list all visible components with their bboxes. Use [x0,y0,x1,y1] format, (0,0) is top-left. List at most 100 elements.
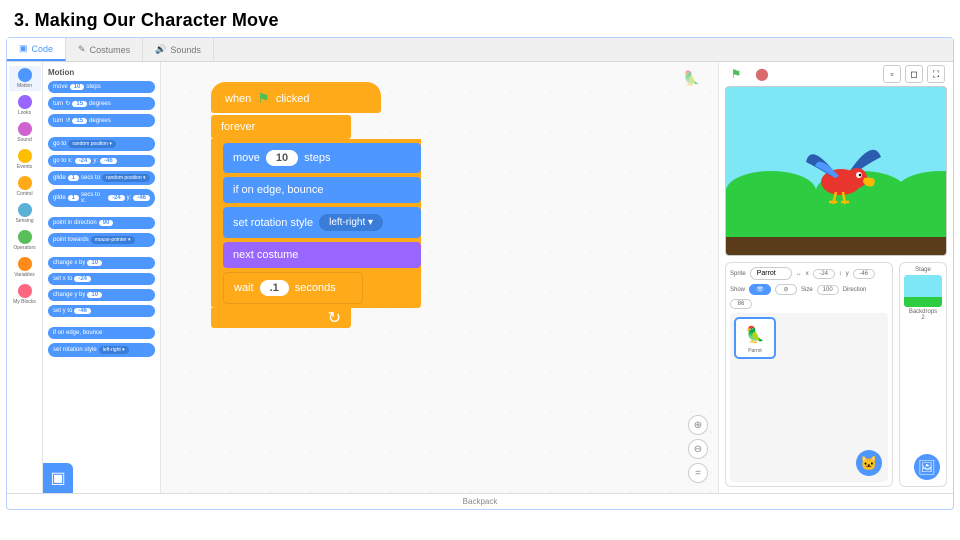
stage-column: Stage Backdrops 2 🖼 [899,262,947,487]
small-stage-button[interactable]: ▫ [883,65,901,83]
stop-button[interactable]: ⬤ [753,65,771,83]
loop-icon: ↻ [328,308,341,328]
cat-label: Variables [14,272,34,278]
flag-icon: ⚑ [257,90,270,107]
zoom-reset-button[interactable]: = [688,463,708,483]
add-extension-button[interactable]: ▣ [43,463,73,493]
cat-operators[interactable]: Operators [9,228,41,253]
zoom-in-button[interactable]: ⊕ [688,415,708,435]
add-sprite-button[interactable]: 🐱 [856,450,882,476]
blk-glide-xy[interactable]: glide1secs to x:-24y:-46 [48,189,155,207]
stage-thumb[interactable] [904,275,942,307]
rotation-dropdown[interactable]: left-right ▾ [319,214,383,231]
label: Size [801,287,813,293]
cat-label: Events [17,164,32,170]
blk-goto-xy[interactable]: go to x:-24y:-46 [48,155,155,167]
label: Direction [843,287,867,293]
hide-button[interactable]: ⊘ [775,284,797,295]
sprite-thumb-parrot[interactable]: 🦜 Parrot [734,317,776,359]
cat-label: My Blocks [13,299,36,305]
parrot-icon: 🦜 [739,322,771,348]
block-forever[interactable]: forever [211,115,351,139]
workspace-zoom-controls: ⊕ ⊖ = [688,415,708,483]
forever-body: move10steps if on edge, bounce set rotat… [211,139,421,308]
fullscreen-button[interactable]: ⛶ [927,65,945,83]
sprite-size-input[interactable]: 100 [817,285,839,295]
large-stage-button[interactable]: ◻ [905,65,923,83]
blk-glide-random[interactable]: glide1secs torandom position ▾ [48,171,155,185]
hat-text: when [225,93,251,105]
cat-events[interactable]: Events [9,147,41,172]
blk-point-dir[interactable]: point in direction90 [48,217,155,229]
sprite-info-panel: Sprite ↔x-24 ↕y-46 Show 👁 ⊘ Size100 Dire… [725,262,893,487]
cat-sensing[interactable]: Sensing [9,201,41,226]
hat-text: clicked [276,93,310,105]
block-palette: Motion move10steps turn↻15degrees turn↺1… [43,62,161,493]
stage-label: Stage [904,267,942,273]
forever-end: ↻ [211,308,351,328]
sprite-x-input[interactable]: -24 [813,269,835,279]
tab-sounds-label: Sounds [170,45,201,55]
sprite-y-input[interactable]: -46 [853,269,875,279]
right-column: ⚑ ⬤ ▫ ◻ ⛶ [718,62,953,493]
block-edge-bounce[interactable]: if on edge, bounce [223,177,421,203]
label: Sprite [730,271,746,277]
palette-header: Motion [48,68,155,77]
sprite-parrot [801,132,891,212]
blk-change-x[interactable]: change x by10 [48,257,155,269]
blk-set-x[interactable]: set x to-24 [48,273,155,285]
script-stack[interactable]: when ⚑ clicked forever move10steps if on… [211,82,421,328]
block-move-steps[interactable]: move10steps [223,143,421,173]
cat-control[interactable]: Control [9,174,41,199]
thumb-label: Parrot [739,348,771,354]
cat-motion[interactable]: Motion [9,66,41,91]
label: x [806,271,809,277]
tab-code-label: Code [32,44,54,54]
block-next-costume[interactable]: next costume [223,242,421,268]
zoom-out-button[interactable]: ⊖ [688,439,708,459]
blk-change-y[interactable]: change y by10 [48,289,155,301]
blk-goto-random[interactable]: go torandom position ▾ [48,137,155,151]
blk-turn-ccw[interactable]: turn↺15degrees [48,114,155,127]
cat-variables[interactable]: Variables [9,255,41,280]
add-backdrop-button[interactable]: 🖼 [914,454,940,480]
block-wait[interactable]: wait.1seconds [223,272,363,304]
cat-label: Sound [17,137,31,143]
blk-rotation-style[interactable]: set rotation styleleft-right ▾ [48,343,155,357]
cat-label: Motion [17,83,32,89]
tab-costumes-label: Costumes [90,45,131,55]
blk-turn-cw[interactable]: turn↻15degrees [48,97,155,110]
blk-set-y[interactable]: set y to-46 [48,305,155,317]
page-title: 3. Making Our Character Move [0,0,960,37]
hat-when-flag-clicked[interactable]: when ⚑ clicked [211,82,381,113]
blk-move[interactable]: move10steps [48,81,155,93]
sprite-list: 🦜 Parrot 🐱 [730,313,888,482]
scratch-app: ▣ Code ✎ Costumes 🔊 Sounds Motion Looks … [6,37,954,510]
backdrop-ground [726,237,946,255]
blk-point-towards[interactable]: point towardsmouse-pointer ▾ [48,233,155,247]
tab-costumes[interactable]: ✎ Costumes [66,38,143,61]
main-area: Motion Looks Sound Events Control Sensin… [7,62,953,493]
block-set-rotation-style[interactable]: set rotation styleleft-right ▾ [223,207,421,238]
show-button[interactable]: 👁 [749,284,771,295]
cat-looks[interactable]: Looks [9,93,41,118]
editor-tabs: ▣ Code ✎ Costumes 🔊 Sounds [7,38,953,62]
green-flag-button[interactable]: ⚑ [727,65,745,83]
stage-preview[interactable] [725,86,947,256]
category-column: Motion Looks Sound Events Control Sensin… [7,62,43,493]
cat-myblocks[interactable]: My Blocks [9,282,41,307]
backpack-toggle[interactable]: Backpack [7,493,953,509]
sprite-dir-input[interactable]: 86 [730,299,752,309]
sprite-watermark-icon: 🦜 [683,70,700,87]
cat-label: Looks [18,110,31,116]
tab-code[interactable]: ▣ Code [7,38,66,61]
label: y [846,271,849,277]
stage-controls: ⚑ ⬤ ▫ ◻ ⛶ [719,62,953,86]
tab-sounds[interactable]: 🔊 Sounds [143,38,214,61]
blk-edge-bounce[interactable]: if on edge, bounce [48,327,155,339]
cat-sound[interactable]: Sound [9,120,41,145]
sprite-name-input[interactable] [750,267,792,280]
script-workspace[interactable]: 🦜 when ⚑ clicked forever move10steps if … [161,62,718,493]
cat-label: Control [16,191,32,197]
sprite-panel: Sprite ↔x-24 ↕y-46 Show 👁 ⊘ Size100 Dire… [725,262,947,487]
